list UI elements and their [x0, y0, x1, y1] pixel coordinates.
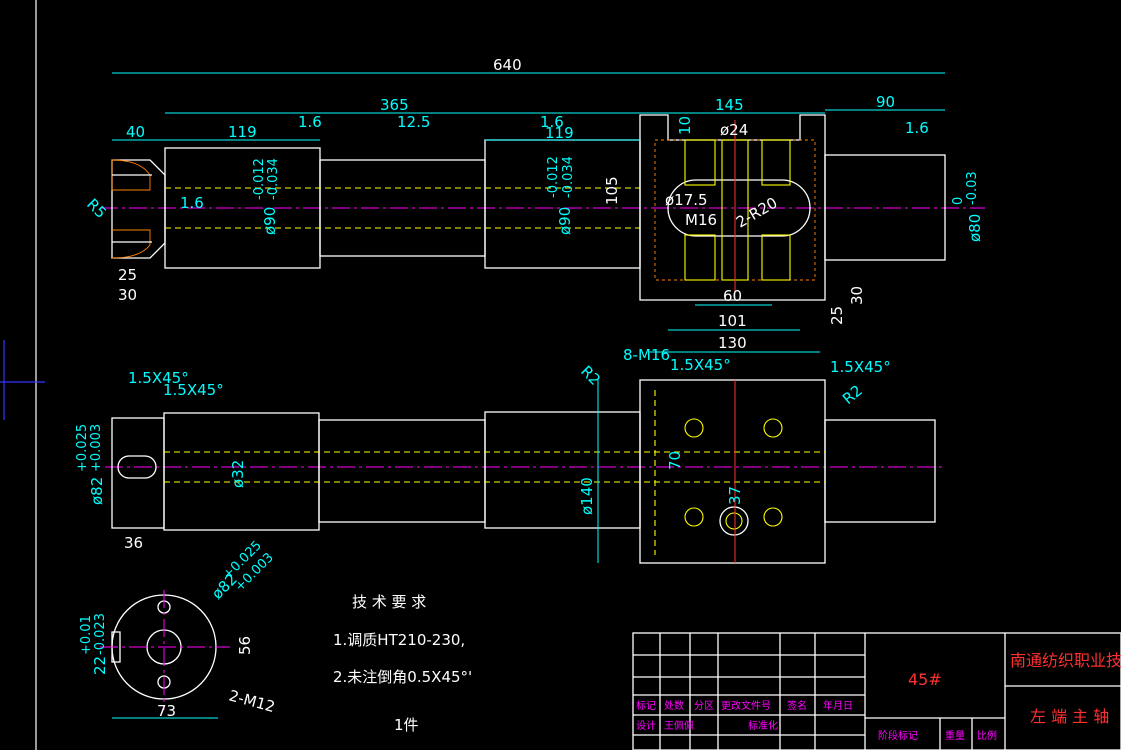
end-view[interactable]: ø82 +0.025 +0.003 22 +0.01 -0.023 56 73 … — [79, 538, 277, 720]
roughness-1: 1.6 — [298, 113, 322, 131]
tb-label-2: 分区 — [694, 700, 714, 712]
tb-label-4: 签名 — [787, 699, 807, 712]
roughness-4: 1.6 — [905, 119, 929, 137]
dim-phi90a-tol-up: -0.012 — [252, 158, 267, 200]
tb-row2-2: 标准化 — [748, 719, 778, 732]
chamfer-note-2: 1.5X45° — [163, 381, 224, 399]
roughness-3: 1.6 — [540, 113, 564, 131]
dim-30a: 30 — [118, 286, 137, 304]
roughness-5: 1.6 — [180, 194, 204, 212]
tb-stage: 阶段标记 — [878, 729, 918, 742]
dim-37: 37 — [726, 486, 744, 505]
bolt-hole-3 — [684, 507, 704, 527]
notes-line-2: 2.未注倒角0.5X45°' — [333, 668, 472, 686]
cad-drawing-canvas[interactable]: 640 365 145 90 40 119 119 1.6 12.5 1.6 1… — [0, 0, 1121, 750]
bolt-hole-2 — [763, 418, 783, 438]
dim-phi82-tol-dn: +0.003 — [89, 424, 104, 472]
dim-phi80: ø80 — [966, 214, 984, 242]
dim-73: 73 — [157, 702, 176, 720]
dim-30b: 30 — [848, 286, 866, 305]
center-hole-inner — [725, 512, 743, 530]
dim-phi82-tol-up: +0.025 — [75, 424, 90, 472]
dim-90: 90 — [876, 93, 895, 111]
dim-phi90a-tol-dn: -0.034 — [266, 158, 281, 200]
dim-101: 101 — [718, 312, 747, 330]
dim-phi140: ø140 — [578, 477, 596, 515]
dim-phi90b: ø90 — [556, 207, 574, 235]
bolt-hole-4 — [763, 507, 783, 527]
dim-r20: 2-R20 — [733, 194, 781, 232]
tb-label-1: 处数 — [664, 699, 684, 712]
bolt-hole-1 — [684, 418, 704, 438]
dim-105: 105 — [603, 176, 621, 205]
dim-phi82: ø82 — [88, 477, 106, 505]
dim-25a: 25 — [118, 266, 137, 284]
dim-10: 10 — [676, 116, 694, 135]
top-view[interactable]: 8-M16 R2 R2 1.5X45° 1.5X45° 1.5X45° 1.5X… — [75, 346, 945, 564]
front-view[interactable]: 640 365 145 90 40 119 119 1.6 12.5 1.6 1… — [83, 56, 985, 353]
dim-phi80-tol-up: 0 — [951, 197, 966, 205]
dim-36: 36 — [124, 534, 143, 552]
dim-70: 70 — [666, 451, 684, 470]
tb-part-name: 左 端 主 轴 — [1030, 707, 1109, 726]
dim-25b: 25 — [828, 306, 846, 325]
tap-hole-4 — [684, 234, 716, 281]
dim-phi80-tol-dn: -0.03 — [965, 171, 980, 205]
tap-hole-1 — [684, 139, 716, 186]
dim-phi90b-tol-dn: -0.034 — [561, 156, 576, 198]
dim-phi175: ø17.5 — [665, 191, 708, 209]
left-stub-hatch-b — [111, 229, 151, 259]
tb-label-3: 更改文件号 — [721, 699, 771, 712]
dim-130: 130 — [718, 334, 747, 352]
tb-school: 南通纺织职业技术学 — [1010, 651, 1121, 670]
roughness-2: 12.5 — [397, 113, 430, 131]
tb-material: 45# — [908, 670, 942, 689]
dim-8m16: 8-M16 — [623, 346, 670, 364]
tb-weight: 重量 — [945, 729, 965, 742]
tb-row2-0: 设计 — [636, 719, 656, 732]
dim-119a: 119 — [228, 123, 257, 141]
dim-r5: R5 — [83, 195, 110, 222]
dim-r2a: R2 — [577, 362, 604, 389]
dim-phi90a: ø90 — [261, 207, 279, 235]
dim-40: 40 — [126, 123, 145, 141]
dim-2m12: 2-M12 — [227, 686, 277, 716]
dim-m16: M16 — [685, 211, 717, 229]
tap-hole-3 — [761, 139, 791, 186]
dim-56: 56 — [236, 636, 254, 655]
dim-22-tol-dn: -0.023 — [93, 613, 108, 655]
dim-r2b: R2 — [839, 381, 866, 408]
dim-145: 145 — [715, 96, 744, 114]
dim-640: 640 — [493, 56, 522, 74]
notes-qty: 1件 — [394, 716, 419, 734]
center-hole-outer — [719, 506, 749, 536]
tap-hole-5 — [761, 234, 791, 281]
tb-scale: 比例 — [977, 729, 997, 742]
notes-title: 技 术 要 求 — [352, 593, 426, 611]
dim-phi24: ø24 — [720, 121, 748, 139]
chamfer-note-4: 1.5X45° — [830, 358, 891, 376]
dim-22: 22 — [91, 656, 109, 675]
dim-phi90b-tol-up: -0.012 — [546, 156, 561, 198]
tb-label-5: 年月日 — [823, 699, 853, 712]
tb-label-0: 标记 — [636, 700, 656, 712]
dim-60: 60 — [723, 287, 742, 305]
title-block: 标记 处数 分区 更改文件号 签名 年月日 设计 王佩佩 标准化 45# 南通纺… — [632, 632, 1121, 750]
top-shaft-2 — [318, 419, 486, 523]
dim-phi32: ø32 — [229, 460, 247, 488]
tb-row2-1: 王佩佩 — [664, 719, 694, 732]
top-right-stub — [824, 419, 936, 523]
chamfer-note-3: 1.5X45° — [670, 356, 731, 374]
notes-line-1: 1.调质HT210-230, — [333, 631, 465, 649]
dim-22-tol-up: +0.01 — [79, 615, 94, 655]
top-shaft-3 — [484, 411, 641, 529]
dim-365: 365 — [380, 96, 409, 114]
technical-notes: 技 术 要 求 1.调质HT210-230, 2.未注倒角0.5X45°' 1件 — [333, 593, 472, 734]
